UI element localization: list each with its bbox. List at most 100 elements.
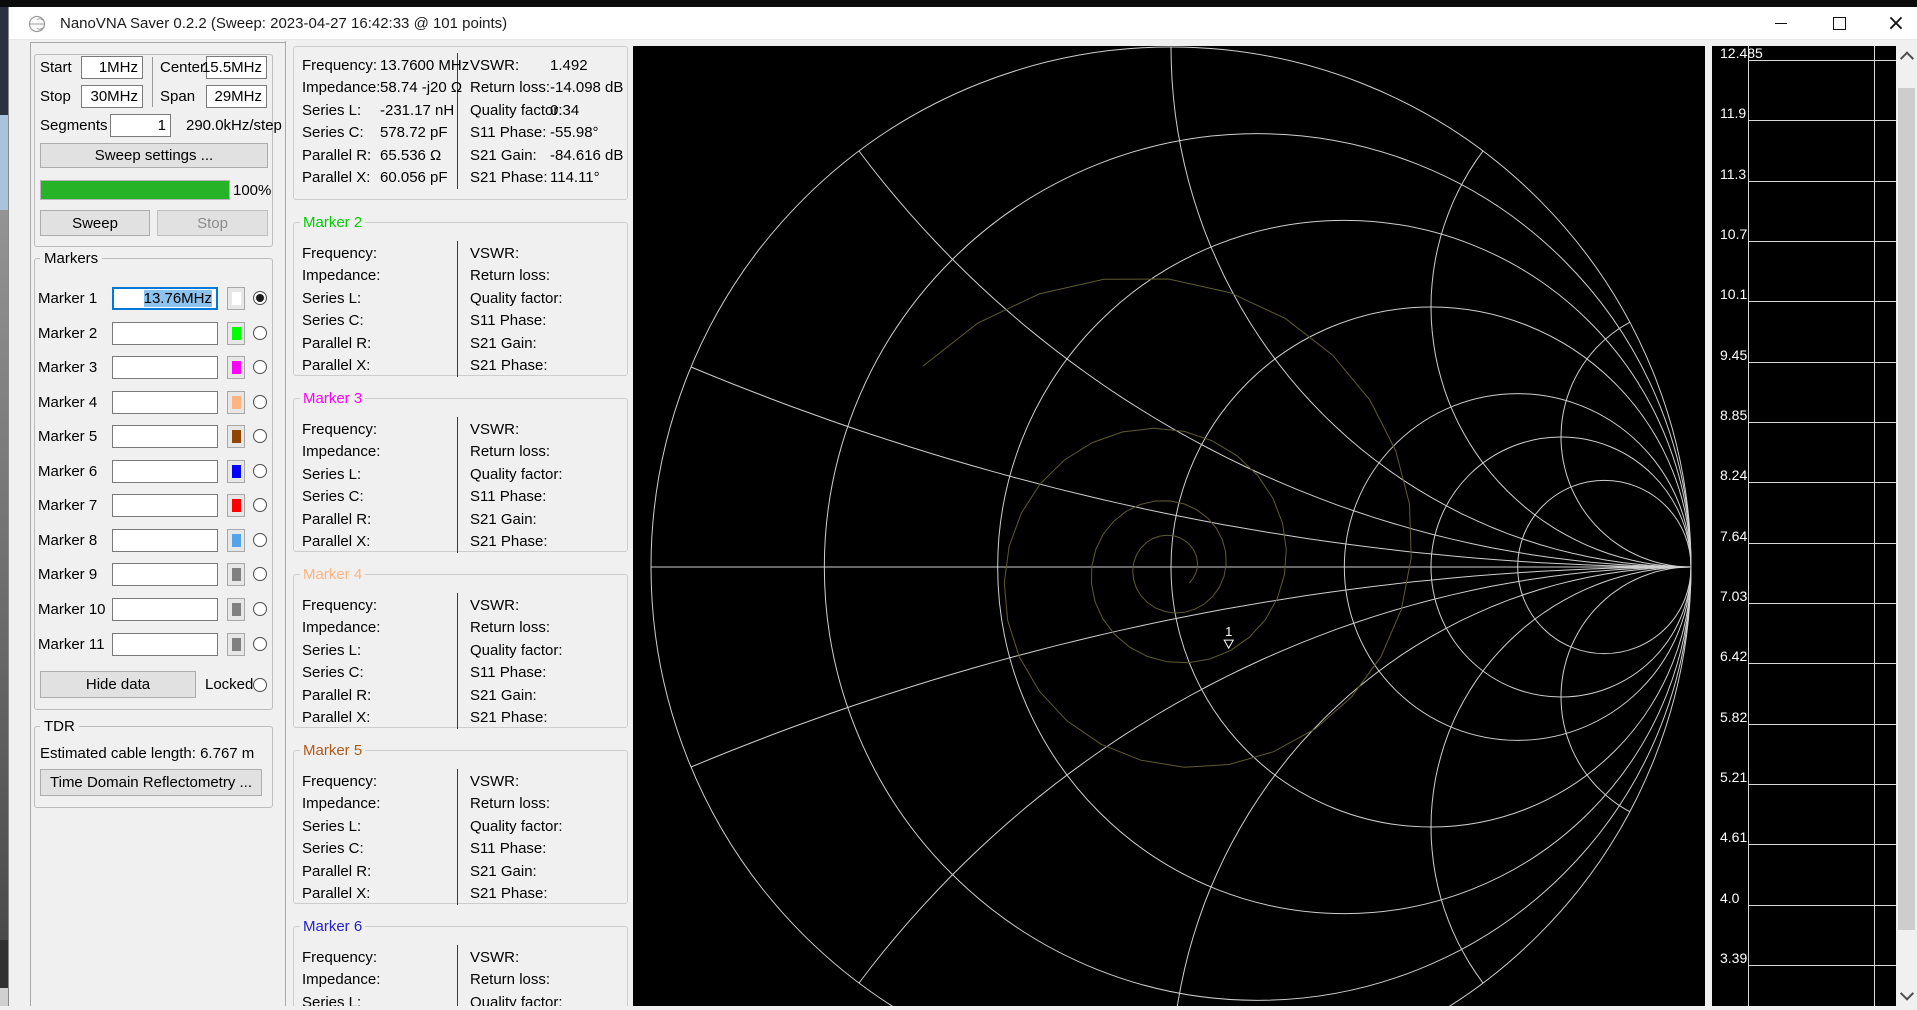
marker-field-label: Parallel R:: [302, 687, 372, 704]
marker-select-radio[interactable]: [253, 602, 267, 616]
marker-frequency-input[interactable]: [112, 391, 218, 414]
hide-data-button[interactable]: Hide data: [40, 671, 196, 698]
marker-field-label: Series C:: [302, 488, 364, 505]
marker-color-swatch[interactable]: [227, 425, 245, 448]
marker-color-swatch[interactable]: [227, 391, 245, 414]
scrollbar-down-button[interactable]: [1896, 984, 1917, 1006]
marker-field-value: 65.536 Ω: [380, 147, 442, 164]
marker-frequency-input[interactable]: [112, 425, 218, 448]
marker-color-swatch[interactable]: [227, 287, 245, 310]
tdr-button[interactable]: Time Domain Reflectometry ...: [40, 769, 262, 796]
marker-select-radio[interactable]: [253, 326, 267, 340]
marker-field-label: Frequency:: [302, 245, 378, 262]
stop-value: 30MHz: [90, 88, 138, 105]
stop-input[interactable]: 30MHz: [81, 85, 143, 108]
vertical-scrollbar[interactable]: [1896, 40, 1917, 1006]
chevron-up-icon: [1899, 51, 1914, 66]
marker-select-radio[interactable]: [253, 637, 267, 651]
sweep-progress-bar: [40, 180, 230, 200]
sweep-settings-button[interactable]: Sweep settings ...: [40, 143, 268, 168]
marker-field-label: VSWR:: [470, 949, 520, 966]
minimize-button[interactable]: [1752, 7, 1810, 40]
marker-frequency-input[interactable]: [112, 460, 218, 483]
marker-row-label: Marker 3: [38, 359, 98, 376]
marker-field-label: Parallel X:: [302, 709, 371, 726]
marker-field-label: Quality factor:: [470, 642, 563, 659]
marker-select-radio[interactable]: [253, 464, 267, 478]
right-chart-tick-label: 7.03: [1720, 588, 1748, 604]
center-input[interactable]: 15.5MHz: [202, 56, 267, 79]
locked-radio[interactable]: [253, 678, 267, 692]
start-input[interactable]: 1MHz: [81, 56, 143, 79]
marker-color-swatch[interactable]: [227, 633, 245, 656]
maximize-button[interactable]: [1810, 7, 1868, 40]
marker-1-triangle: [1223, 639, 1235, 650]
marker-field-value: -14.098 dB: [550, 79, 624, 96]
right-chart-tick-label: 11.3: [1720, 166, 1747, 182]
window-left-border: [8, 7, 9, 1006]
marker-color-swatch[interactable]: [227, 563, 245, 586]
stop-button[interactable]: Stop: [157, 210, 268, 236]
marker-color-swatch[interactable]: [227, 356, 245, 379]
right-chart-gridline-vertical: [1874, 46, 1875, 1006]
marker-select-radio[interactable]: [253, 429, 267, 443]
marker-field-label: Frequency:: [302, 773, 378, 790]
right-chart-tick-label: 6.42: [1720, 648, 1748, 664]
marker-row-label: Marker 11: [38, 636, 105, 653]
marker-row-label: Marker 4: [38, 394, 98, 411]
close-button[interactable]: ×: [1867, 7, 1917, 40]
marker-field-label: Quality factor:: [470, 466, 563, 483]
right-chart-gridline: [1748, 120, 1896, 121]
sweep-button[interactable]: Sweep: [40, 210, 150, 236]
marker-select-radio[interactable]: [253, 395, 267, 409]
marker-frequency-input[interactable]: [112, 598, 218, 621]
marker-data-section: Marker 2 Frequency: VSWR: Impedance: Return …: [293, 214, 628, 378]
scrollbar-thumb[interactable]: [1898, 88, 1915, 930]
marker-field-label: Frequency:: [302, 949, 378, 966]
marker-data-section: Marker 3 Frequency: VSWR: Impedance: Return …: [293, 390, 628, 554]
marker-select-radio[interactable]: [253, 533, 267, 547]
marker-field-label: S21 Phase:: [470, 169, 548, 186]
smith-chart[interactable]: 1: [633, 46, 1705, 1010]
title-bar[interactable]: NanoVNA Saver 0.2.2 (Sweep: 2023-04-27 1…: [8, 7, 1917, 40]
marker-color-swatch[interactable]: [227, 494, 245, 517]
marker-field-label: Series L:: [302, 818, 362, 835]
start-value: 1MHz: [98, 59, 138, 76]
marker-field-label: Series L:: [302, 994, 362, 1006]
vswr-chart-partial[interactable]: 12.485 11.9 11.3 10.7 10.1 9.45 8.85 8.24 7.64 7.…: [1712, 46, 1896, 1006]
span-input[interactable]: 29MHz: [206, 85, 267, 108]
right-chart-tick-label: 4.0: [1720, 890, 1740, 906]
segments-input[interactable]: 1: [110, 114, 171, 137]
marker-select-radio[interactable]: [253, 498, 267, 512]
marker-data-section: Marker 4 Frequency: VSWR: Impedance: Return …: [293, 566, 628, 730]
marker-select-radio[interactable]: [253, 360, 267, 374]
marker-frequency-input[interactable]: 13.76MHz: [112, 287, 218, 310]
marker-frequency-value: 13.76MHz: [143, 290, 212, 307]
tdr-button-label: Time Domain Reflectometry ...: [50, 774, 252, 791]
marker-frequency-input[interactable]: [112, 529, 218, 552]
right-chart-gridline: [1748, 784, 1896, 785]
marker-color-swatch[interactable]: [227, 322, 245, 345]
marker-select-radio[interactable]: [253, 291, 267, 305]
marker-field-label: Series C:: [302, 124, 364, 141]
marker-frequency-input[interactable]: [112, 633, 218, 656]
right-chart-tick-label: 9.45: [1720, 347, 1748, 363]
right-chart-tick-label: 7.64: [1720, 528, 1748, 544]
marker-color-swatch[interactable]: [227, 529, 245, 552]
right-chart-gridline: [1748, 663, 1896, 664]
marker-color-fill: [231, 292, 241, 305]
marker-color-swatch[interactable]: [227, 598, 245, 621]
marker-select-radio[interactable]: [253, 567, 267, 581]
marker-color-fill: [231, 396, 241, 409]
marker-frequency-input[interactable]: [112, 322, 218, 345]
marker-frequency-input[interactable]: [112, 563, 218, 586]
right-chart-gridline: [1748, 241, 1896, 242]
marker-field-label: Series L:: [302, 642, 362, 659]
marker-color-fill: [231, 361, 241, 374]
sidebar-left-border: [30, 42, 31, 1006]
scrollbar-up-button[interactable]: [1896, 46, 1917, 68]
right-chart-y-axis: [1748, 46, 1749, 1006]
marker-frequency-input[interactable]: [112, 356, 218, 379]
marker-color-swatch[interactable]: [227, 460, 245, 483]
marker-frequency-input[interactable]: [112, 494, 218, 517]
